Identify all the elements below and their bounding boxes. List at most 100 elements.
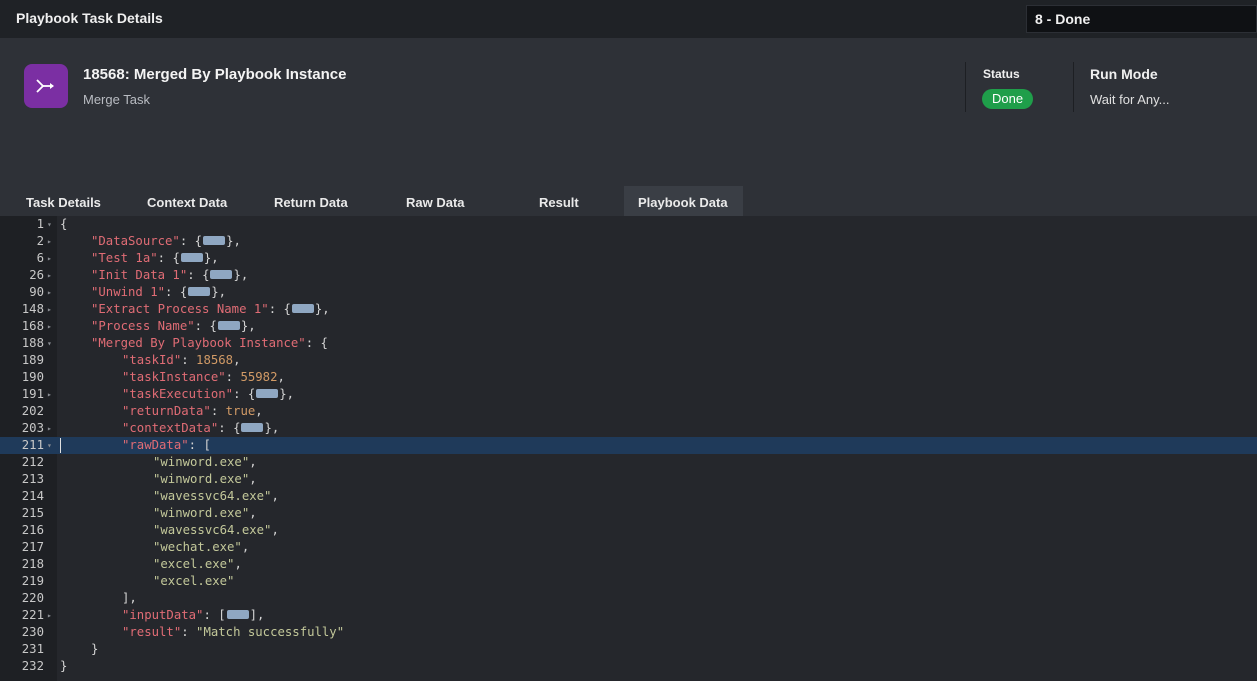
json-key: "contextData" [122, 421, 219, 435]
collapsed-placeholder[interactable] [203, 236, 226, 245]
bracket: } [60, 659, 68, 673]
fold-closed-icon[interactable]: ▸ [47, 267, 55, 284]
code-text: } [60, 658, 67, 675]
collapsed-placeholder[interactable] [241, 423, 264, 432]
code-line: 212 "winword.exe", [0, 454, 1257, 471]
bracket: ], [122, 591, 137, 605]
json-key: "taskId" [122, 353, 182, 367]
code-text: "excel.exe" [153, 573, 234, 590]
json-key: "taskExecution" [122, 387, 234, 401]
bracket: { [320, 336, 328, 350]
fold-open-icon[interactable]: ▾ [47, 216, 55, 233]
code-line: 203 ▸ "contextData": {}, [0, 420, 1257, 437]
divider [1073, 62, 1074, 112]
tab-playbook-data[interactable]: Playbook Data [624, 186, 743, 216]
comma: , [255, 404, 263, 418]
code-line: 215 "winword.exe", [0, 505, 1257, 522]
json-value: 55982 [240, 370, 278, 384]
fold-open-icon[interactable]: ▾ [47, 437, 55, 454]
collapsed-placeholder[interactable] [188, 287, 211, 296]
collapsed-placeholder[interactable] [217, 321, 240, 330]
tab-return-data[interactable]: Return Data [262, 186, 374, 216]
fold-closed-icon[interactable]: ▸ [47, 420, 55, 437]
bracket: { [233, 421, 241, 435]
collapsed-placeholder[interactable] [291, 304, 314, 313]
code-line: 148 ▸ "Extract Process Name 1": {}, [0, 301, 1257, 318]
code-text: "wechat.exe", [153, 539, 249, 556]
comma: , [233, 353, 241, 367]
bracket: }, [233, 268, 249, 282]
fold-closed-icon[interactable]: ▸ [47, 607, 55, 624]
fold-closed-icon[interactable]: ▸ [47, 386, 55, 403]
collapsed-placeholder[interactable] [180, 253, 203, 262]
line-number: 26 [29, 268, 44, 282]
fold-closed-icon[interactable]: ▸ [47, 233, 55, 250]
line-number: 168 [21, 319, 44, 333]
code-text: "Test 1a": {}, [91, 250, 219, 267]
line-number: 6 [36, 251, 44, 265]
run-selector[interactable]: 8 - Done [1026, 5, 1257, 33]
json-key: "Process Name" [91, 319, 195, 333]
code-text: "taskExecution": {}, [122, 386, 294, 403]
code-text: "taskInstance": 55982, [122, 369, 285, 386]
colon: : [218, 421, 234, 435]
json-key: "Unwind 1" [91, 285, 166, 299]
colon: : [233, 387, 248, 401]
colon: : [305, 336, 321, 350]
code-line: 230 "result": "Match successfully" [0, 624, 1257, 641]
line-number: 188 [21, 336, 44, 350]
tab-context-data[interactable]: Context Data [133, 186, 251, 216]
code-text: "winword.exe", [153, 471, 257, 488]
code-line: 202 "returnData": true, [0, 403, 1257, 420]
code-line: 211 ▾ "rawData": [ [0, 437, 1257, 454]
colon: : [225, 370, 241, 384]
collapsed-placeholder[interactable] [226, 610, 249, 619]
code-text: "result": "Match successfully" [122, 624, 344, 641]
merge-icon [24, 64, 68, 108]
collapsed-placeholder[interactable] [210, 270, 233, 279]
fold-closed-icon[interactable]: ▸ [47, 301, 55, 318]
code-line: 221 ▸ "inputData": [], [0, 607, 1257, 624]
bracket: }, [279, 387, 295, 401]
text-cursor [60, 438, 61, 453]
code-line: 213 "winword.exe", [0, 471, 1257, 488]
json-key: "returnData" [122, 404, 211, 418]
task-header: 18568: Merged By Playbook Instance Merge… [0, 38, 1257, 186]
fold-open-icon[interactable]: ▾ [47, 335, 55, 352]
json-string: "wechat.exe" [153, 540, 242, 554]
json-key: "Extract Process Name 1" [91, 302, 269, 316]
fold-closed-icon[interactable]: ▸ [47, 318, 55, 335]
tab-raw-data[interactable]: Raw Data [392, 186, 504, 216]
fold-closed-icon[interactable]: ▸ [47, 250, 55, 267]
comma: , [234, 557, 242, 571]
bracket: { [179, 285, 188, 299]
line-number: 216 [21, 523, 44, 537]
code-line: 218 "excel.exe", [0, 556, 1257, 573]
code-text: "rawData": [ [122, 437, 211, 454]
code-line: 217 "wechat.exe", [0, 539, 1257, 556]
bracket: }, [203, 251, 219, 265]
code-text: "excel.exe", [153, 556, 242, 573]
fold-closed-icon[interactable]: ▸ [47, 284, 55, 301]
json-string: "wavessvc64.exe" [153, 523, 272, 537]
bracket: [ [218, 608, 226, 622]
colon: : [165, 285, 180, 299]
colon: : [210, 404, 226, 418]
collapsed-placeholder[interactable] [256, 389, 279, 398]
colon: : [181, 353, 197, 367]
code-text: "Merged By Playbook Instance": { [91, 335, 328, 352]
code-line: 189 "taskId": 18568, [0, 352, 1257, 369]
tab-task-details[interactable]: Task Details [14, 186, 112, 216]
json-string: "winword.exe" [153, 472, 250, 486]
line-number: 191 [21, 387, 44, 401]
code-line: 191 ▸ "taskExecution": {}, [0, 386, 1257, 403]
line-number: 219 [21, 574, 44, 588]
line-number: 203 [21, 421, 44, 435]
json-string: "Match successfully" [196, 625, 345, 639]
json-code-editor[interactable]: 1 ▾{2 ▸ "DataSource": {}, 6 ▸ "Test 1a": {}, 26… [0, 216, 1257, 681]
colon: : [187, 268, 203, 282]
line-number: 1 [36, 217, 44, 231]
tab-result[interactable]: Result [525, 186, 615, 216]
comma: , [249, 455, 257, 469]
json-string: "winword.exe" [153, 506, 250, 520]
